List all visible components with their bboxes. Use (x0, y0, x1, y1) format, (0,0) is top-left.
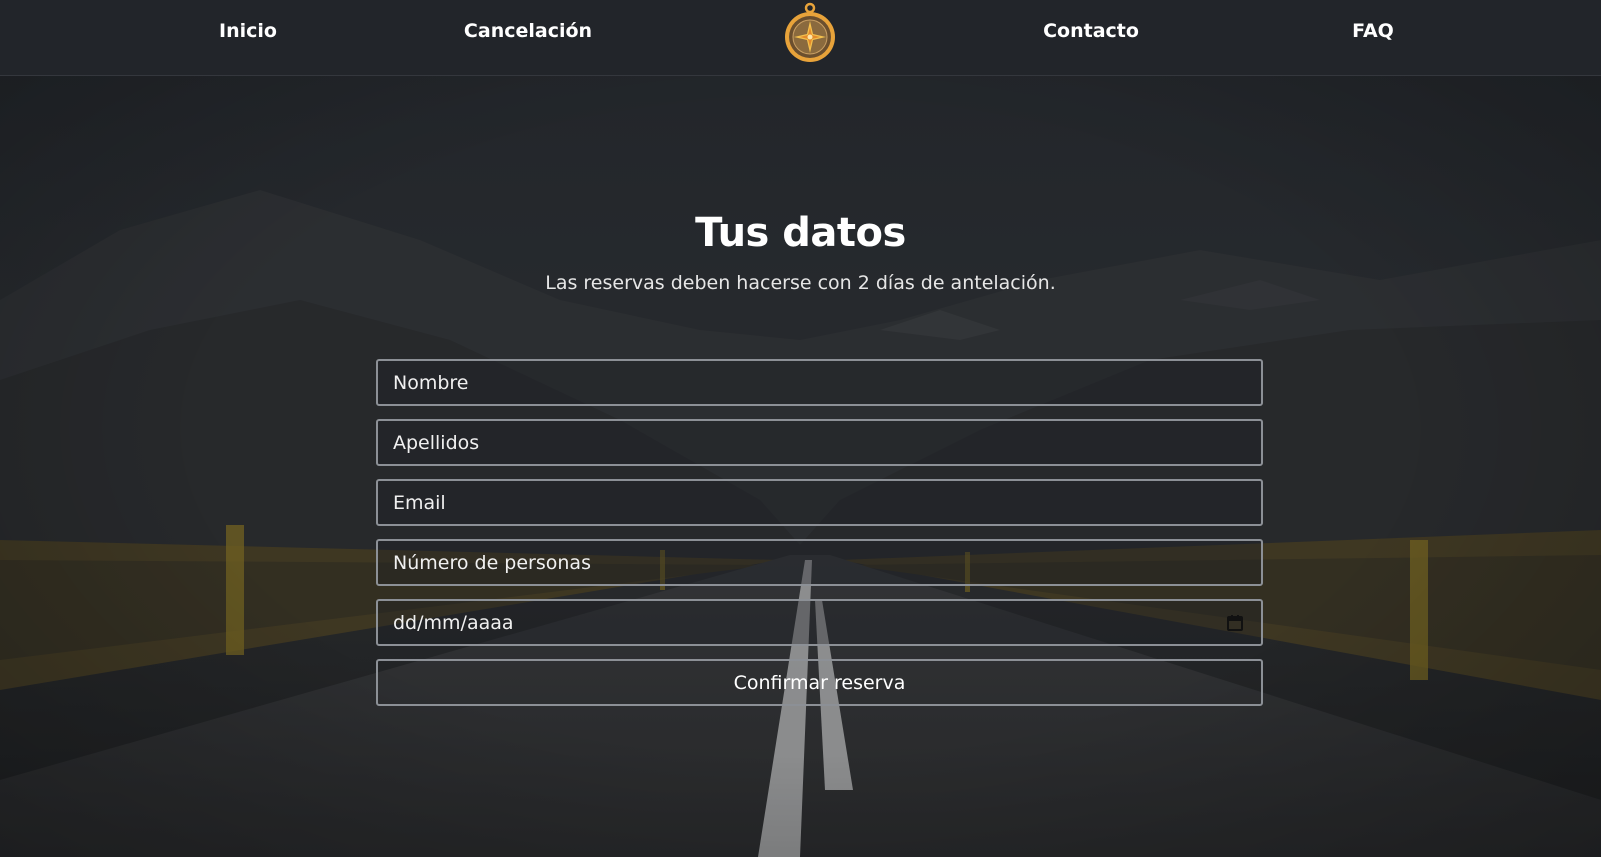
nav-inicio-link[interactable]: Inicio (219, 20, 277, 46)
nav-cancelacion-link[interactable]: Cancelación (464, 20, 592, 46)
nav-faq-link[interactable]: FAQ (1352, 20, 1394, 46)
date-input[interactable]: dd/mm/aaaa (376, 599, 1263, 646)
personas-input[interactable] (376, 539, 1263, 586)
page-subtitle: Las reservas deben hacerse con 2 días de… (545, 272, 1056, 294)
email-input[interactable] (376, 479, 1263, 526)
apellidos-input[interactable] (376, 419, 1263, 466)
top-nav: Inicio Cancelación Contacto FAQ (0, 0, 1601, 76)
compass-icon[interactable] (782, 1, 838, 63)
page-title: Tus datos (695, 210, 906, 256)
nombre-input[interactable] (376, 359, 1263, 406)
date-placeholder: dd/mm/aaaa (393, 611, 514, 634)
confirmar-reserva-button[interactable]: Confirmar reserva (376, 659, 1263, 706)
calendar-icon[interactable] (1226, 614, 1244, 632)
booking-form: dd/mm/aaaa Confirmar reserva (376, 359, 1263, 706)
nav-contacto-link[interactable]: Contacto (1043, 20, 1139, 46)
